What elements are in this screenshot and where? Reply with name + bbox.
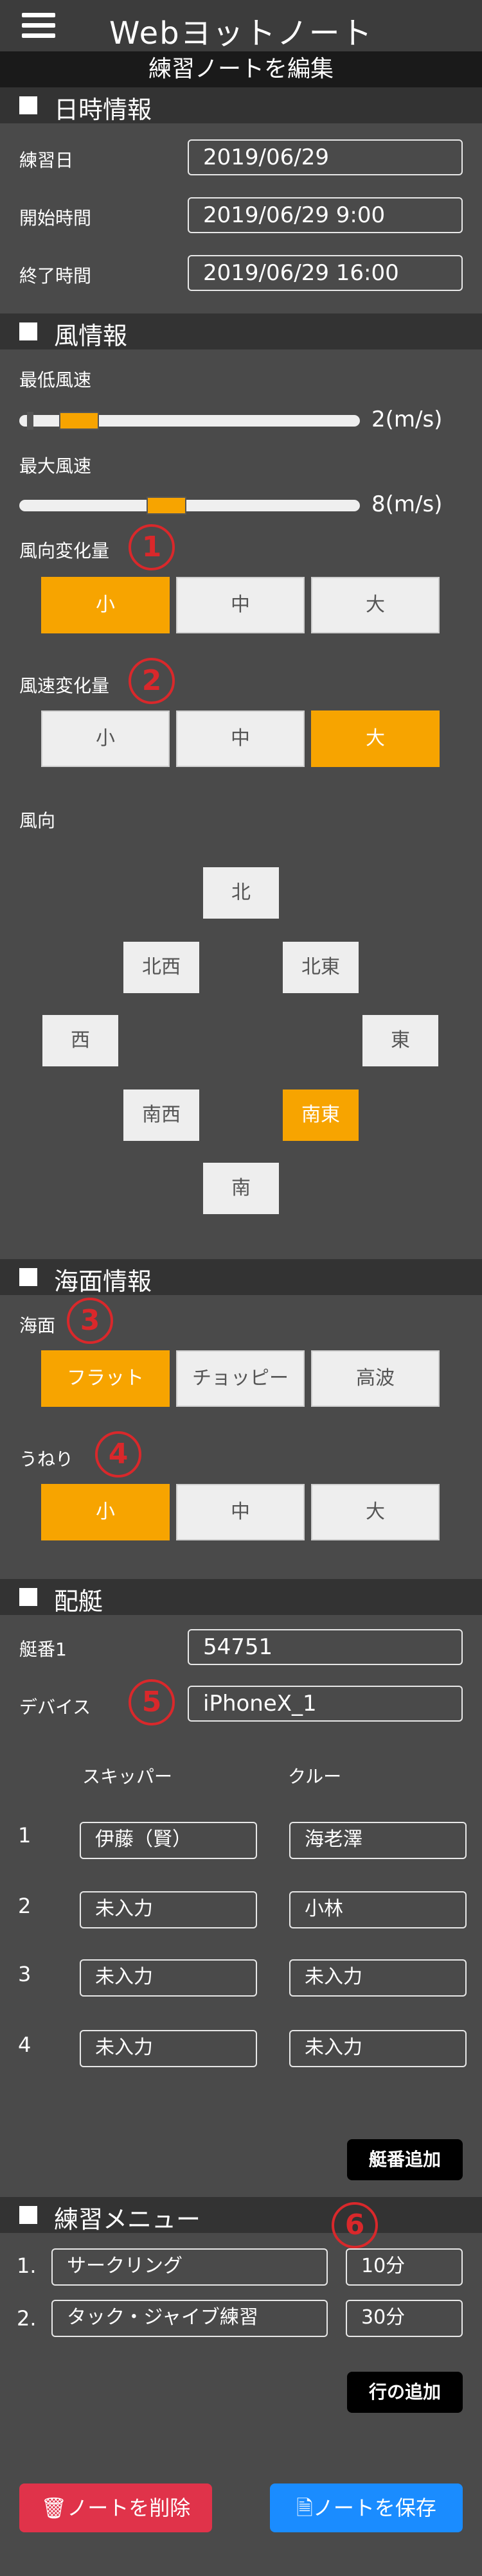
slider-thumb[interactable]: [59, 412, 99, 430]
badge-3: 3: [67, 1298, 113, 1344]
direction-northwest[interactable]: 北西: [123, 942, 199, 993]
swell-small[interactable]: 小: [41, 1484, 170, 1540]
square-icon: [19, 1268, 37, 1286]
crew-field[interactable]: 未入力: [289, 2030, 467, 2067]
save-note-button[interactable]: 🗎ノートを保存: [270, 2483, 463, 2532]
direction-east[interactable]: 東: [362, 1015, 438, 1066]
slider-start: [27, 412, 33, 430]
badge-5: 5: [129, 1679, 175, 1725]
device-label: デバイス: [19, 1697, 91, 1718]
max-wind-value: 8(m/s): [371, 491, 443, 517]
skipper-field[interactable]: 未入力: [80, 1959, 257, 1997]
direction-southeast[interactable]: 南東: [283, 1090, 359, 1141]
section-menu: 練習メニュー: [0, 2197, 482, 2234]
date-field[interactable]: 2019/06/29: [188, 139, 463, 175]
slider-thumb[interactable]: [147, 497, 186, 515]
skipper-field[interactable]: 未入力: [80, 2030, 257, 2067]
menu-row-number: 1.: [17, 2254, 37, 2278]
square-icon: [19, 1588, 37, 1606]
crew-field[interactable]: 海老澤: [289, 1822, 467, 1859]
row-number: 1: [18, 1823, 31, 1848]
start-time-label: 開始時間: [19, 207, 92, 229]
dir-change-large[interactable]: 大: [311, 577, 440, 633]
speed-change-small[interactable]: 小: [41, 710, 170, 767]
delete-note-button[interactable]: 🗑ノートを削除: [19, 2483, 212, 2532]
app-header: Webヨットノート: [0, 0, 482, 51]
skipper-header: スキッパー: [82, 1766, 173, 1787]
menu-duration-field[interactable]: 10分: [346, 2248, 463, 2286]
row-number: 2: [18, 1894, 31, 1918]
swell-large[interactable]: 大: [311, 1484, 440, 1540]
square-icon: [19, 96, 37, 114]
add-boat-button[interactable]: 艇番追加: [347, 2139, 463, 2180]
menu-name-field[interactable]: サークリング: [51, 2248, 328, 2286]
section-sea: 海面情報: [0, 1259, 482, 1296]
max-wind-label: 最大風速: [19, 455, 92, 477]
device-field[interactable]: iPhoneX_1: [188, 1686, 463, 1722]
sea-surface-label: 海面: [19, 1315, 56, 1336]
crew-field[interactable]: 未入力: [289, 1959, 467, 1997]
section-datetime: 日時情報: [0, 87, 482, 124]
surface-choppy[interactable]: チョッピー: [176, 1350, 305, 1407]
badge-6: 6: [332, 2202, 378, 2248]
menu-row-number: 2.: [17, 2306, 37, 2331]
hull-number-field[interactable]: 54751: [188, 1629, 463, 1665]
menu-name-field[interactable]: タック・ジャイブ練習: [51, 2300, 328, 2337]
direction-south[interactable]: 南: [203, 1163, 279, 1214]
dir-change-medium[interactable]: 中: [176, 577, 305, 633]
surface-flat[interactable]: フラット: [41, 1350, 170, 1407]
skipper-field[interactable]: 伊藤（賢）: [80, 1822, 257, 1859]
swell-medium[interactable]: 中: [176, 1484, 305, 1540]
crew-header: クルー: [288, 1766, 342, 1787]
direction-north[interactable]: 北: [203, 867, 279, 919]
wind-direction-label: 風向: [19, 810, 56, 831]
hull-number-label: 艇番1: [19, 1639, 67, 1660]
row-number: 4: [18, 2033, 31, 2057]
menu-icon[interactable]: [22, 13, 55, 39]
section-title: 練習メニュー: [54, 2205, 201, 2234]
menu-duration-field[interactable]: 30分: [346, 2300, 463, 2337]
section-title: 日時情報: [54, 96, 152, 124]
direction-west[interactable]: 西: [42, 1015, 118, 1066]
direction-northeast[interactable]: 北東: [283, 942, 359, 993]
swell-label: うねり: [19, 1449, 74, 1470]
wind-speed-change-label: 風速変化量: [19, 675, 110, 696]
square-icon: [19, 322, 37, 340]
section-title: 海面情報: [54, 1267, 152, 1296]
row-number: 3: [18, 1962, 31, 1986]
section-crew: 配艇: [0, 1579, 482, 1616]
skipper-field[interactable]: 未入力: [80, 1891, 257, 1928]
square-icon: [19, 2206, 37, 2224]
badge-2: 2: [129, 658, 175, 704]
section-wind: 風情報: [0, 313, 482, 350]
add-row-button[interactable]: 行の追加: [347, 2372, 463, 2413]
min-wind-value: 2(m/s): [371, 407, 443, 432]
speed-change-large[interactable]: 大: [311, 710, 440, 767]
direction-southwest[interactable]: 南西: [123, 1090, 199, 1141]
page-title: 練習ノートを編集: [0, 51, 482, 87]
badge-1: 1: [129, 524, 175, 570]
wind-direction-change-label: 風向変化量: [19, 540, 110, 561]
dir-change-small[interactable]: 小: [41, 577, 170, 633]
start-time-field[interactable]: 2019/06/29 9:00: [188, 197, 463, 233]
app-title: Webヨットノート: [109, 15, 373, 51]
section-title: 風情報: [54, 322, 128, 350]
slider-track: [19, 500, 360, 511]
crew-field[interactable]: 小林: [289, 1891, 467, 1928]
badge-4: 4: [95, 1431, 141, 1478]
date-label: 練習日: [19, 150, 74, 171]
end-time-field[interactable]: 2019/06/29 16:00: [188, 255, 463, 291]
speed-change-medium[interactable]: 中: [176, 710, 305, 767]
end-time-label: 終了時間: [19, 265, 92, 287]
section-title: 配艇: [54, 1587, 103, 1616]
min-wind-label: 最低風速: [19, 369, 92, 391]
surface-high-wave[interactable]: 高波: [311, 1350, 440, 1407]
